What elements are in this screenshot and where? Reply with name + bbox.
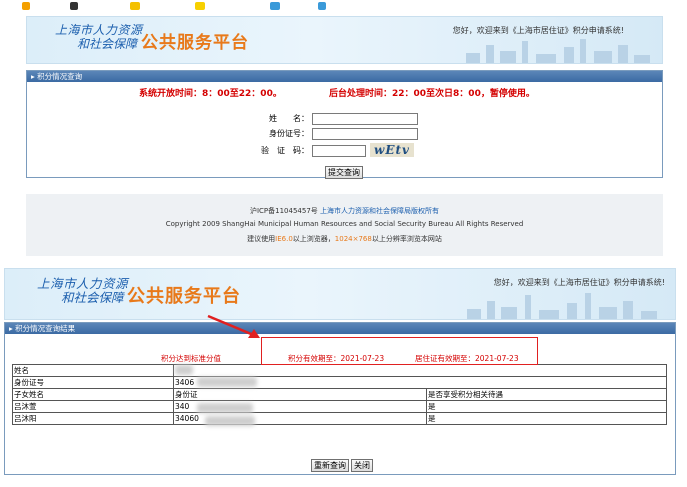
table-row: 身份证号 3406 [12, 376, 667, 389]
col-benefit: 是否享受积分相关待遇 [426, 388, 667, 401]
footer-icp-line: 沪ICP备11045457号 上海市人力资源和社会保障局版权所有 [26, 206, 663, 216]
child-name: 吕沐萱 [12, 400, 174, 413]
child-benefit: 是 [426, 400, 667, 413]
icp-number: 沪ICP备11045457号 [249, 207, 318, 215]
row-name-value [173, 364, 667, 377]
welcome-text: 您好，欢迎来到《上海市居住证》积分申请系统! [452, 26, 624, 35]
toolbar-icon [318, 2, 326, 10]
col-child-name: 子女姓名 [12, 388, 174, 401]
table-row: 姓名 [12, 364, 667, 377]
highlight-box [261, 337, 538, 365]
footer-browser-note: 建议使用IE6.0以上浏览器，1024×768以上分辨率浏览本网站 [247, 235, 442, 243]
result-panel: ▸ 积分情况查询结果 积分达到标准分值 积分有效期至：2021-07-23 居住… [4, 322, 676, 475]
toolbar-icon [70, 2, 78, 10]
redaction-blur [197, 403, 253, 413]
logo-line1: 上海市人力资源 [55, 23, 143, 37]
row-id-label: 身份证号 [12, 376, 174, 389]
table-row: 子女姓名 身份证 是否享受积分相关待遇 [12, 388, 667, 401]
top-toolbar-strip [0, 0, 687, 14]
id-row: 身份证号： [27, 128, 664, 142]
name-row: 姓 名： [27, 113, 664, 127]
site-footer: 沪ICP备11045457号 上海市人力资源和社会保障局版权所有 Copyrig… [26, 194, 663, 256]
logo-line2: 和社会保障 [77, 37, 138, 51]
site-banner-2: 上海市人力资源 和社会保障 公共服务平台 您好，欢迎来到《上海市居住证》积分申请… [4, 268, 676, 320]
redaction-blur [175, 365, 193, 375]
close-button[interactable]: 关闭 [351, 459, 373, 472]
logo-line2: 和社会保障 [61, 290, 124, 305]
captcha-row: 验 证 码： wEtv [27, 143, 664, 161]
logo-line1: 上海市人力资源 [37, 276, 129, 291]
city-skyline-image [455, 291, 665, 319]
child-benefit: 是 [426, 412, 667, 425]
query-panel-header: ▸ 积分情况查询 [27, 71, 662, 82]
captcha-input[interactable] [312, 145, 366, 157]
result-panel-header: ▸ 积分情况查询结果 [5, 323, 675, 334]
toolbar-icon [270, 2, 280, 10]
redaction-blur [197, 377, 257, 387]
site-banner: 上海市人力资源 和社会保障 公共服务平台 您好，欢迎来到《上海市居住证》积分申请… [26, 16, 663, 64]
query-panel: ▸ 积分情况查询 系统开放时间：8：00至22：00。 后台处理时间：22：00… [26, 70, 664, 179]
welcome-text: 您好，欢迎来到《上海市居住证》积分申请系统! [493, 278, 665, 287]
redaction-blur [205, 416, 255, 426]
child-name: 吕沐阳 [12, 412, 174, 425]
toolbar-icon [22, 2, 30, 10]
maintenance-notice: 后台处理时间：22：00至次日8：00，暂停使用。 [329, 89, 535, 99]
toolbar-icon [130, 2, 140, 10]
submit-query-button[interactable]: 提交查询 [325, 166, 363, 179]
rights-link[interactable]: 上海市人力资源和社会保障局版权所有 [320, 207, 439, 215]
name-input[interactable] [312, 113, 418, 125]
captcha-image[interactable]: wEtv [370, 143, 414, 157]
id-label: 身份证号： [269, 129, 309, 138]
platform-title: 公共服务平台 [127, 286, 241, 307]
id-input[interactable] [312, 128, 418, 140]
red-arrow-icon [207, 314, 260, 338]
table-row: 吕沐阳 34060 是 [12, 412, 667, 425]
col-child-id: 身份证 [173, 388, 427, 401]
open-hours-notice: 系统开放时间：8：00至22：00。 [139, 89, 282, 99]
result-table: 姓名 身份证号 3406 子女姓名 身份证 是否享受积分相关待遇 吕沐萱 340… [12, 364, 667, 425]
row-name-label: 姓名 [12, 364, 174, 377]
captcha-label: 验 证 码： [261, 146, 309, 155]
requery-button[interactable]: 重新查询 [311, 459, 349, 472]
platform-title: 公共服务平台 [141, 33, 249, 53]
city-skyline-image [456, 37, 656, 63]
status-text: 积分达到标准分值 [161, 354, 221, 363]
footer-copyright: Copyright 2009 ShangHai Municipal Human … [165, 220, 524, 228]
table-row: 吕沐萱 340 是 [12, 400, 667, 413]
toolbar-icon [195, 2, 205, 10]
name-label: 姓 名： [269, 114, 309, 123]
